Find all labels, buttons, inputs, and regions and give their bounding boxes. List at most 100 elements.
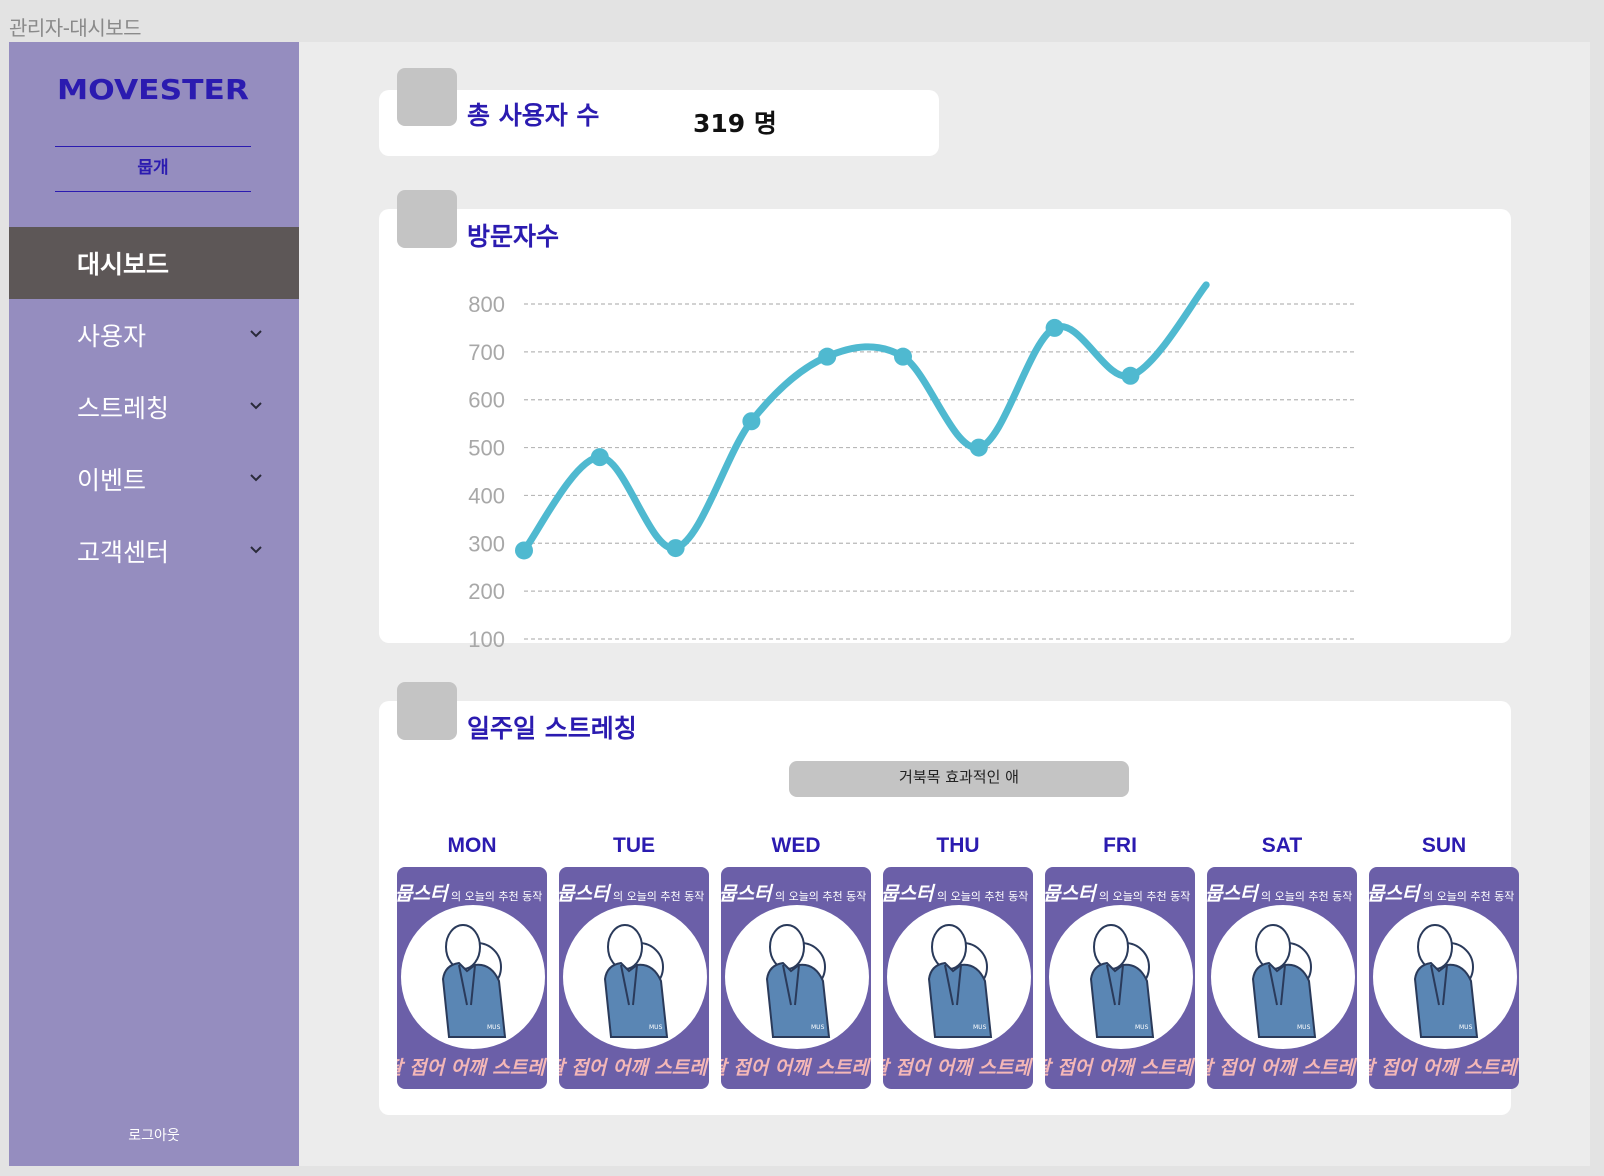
total-users-value: 319 명 <box>693 109 777 138</box>
data-point[interactable] <box>1045 318 1064 337</box>
sidebar-item-events[interactable]: 이벤트 <box>9 443 299 515</box>
visitors-card: 방문자수 100 200 300 400 500 600 700 800 <box>379 209 1511 649</box>
chevron-down-icon[interactable] <box>249 399 263 413</box>
svg-text:MUS: MUS <box>487 1024 501 1031</box>
stretch-illustration: MUS <box>1049 905 1193 1049</box>
chevron-down-icon[interactable] <box>249 471 263 485</box>
thumbnail-caption: 팔 접어 어깨 스트레칭 <box>721 1057 871 1079</box>
data-point[interactable] <box>894 347 912 366</box>
thumbnail-brand: 뭅스터 <box>397 883 448 905</box>
sidebar-item-stretching[interactable]: 스트레칭 <box>9 371 299 443</box>
sidebar-item-label: 대시보드 <box>77 250 170 279</box>
user-name[interactable]: 뭅개 <box>55 146 251 192</box>
stretch-illustration: MUS <box>1211 905 1355 1049</box>
thumbnail-header: 뭅스터 의 오늘의 추천 동작 <box>1207 879 1352 906</box>
thumbnail-subtitle: 의 오늘의 추천 동작 <box>774 890 867 903</box>
total-users-title: 총 사용자 수 <box>467 101 600 130</box>
thumbnail-subtitle: 의 오늘의 추천 동작 <box>1260 890 1353 903</box>
svg-text:MUS: MUS <box>1297 1024 1311 1031</box>
weekday-label: MON <box>447 834 497 857</box>
weekday-item: THU 뭅스터 의 오늘의 추천 동작 MUS 팔 접어 어깨 스트레칭 <box>883 831 1033 1089</box>
chevron-down-icon[interactable] <box>249 543 263 557</box>
weekday-list: MON 뭅스터 의 오늘의 추천 동작 MUS 팔 접어 어깨 스트레칭 TUE 뭅스터 … <box>397 831 1523 1089</box>
stretch-thumbnail[interactable]: 뭅스터 의 오늘의 추천 동작 MUS 팔 접어 어깨 스트레칭 <box>397 867 547 1089</box>
thumbnail-header: 뭅스터 의 오늘의 추천 동작 <box>397 879 542 906</box>
thumbnail-caption: 팔 접어 어깨 스트레칭 <box>883 1057 1033 1079</box>
weekday-item: TUE 뭅스터 의 오늘의 추천 동작 MUS 팔 접어 어깨 스트레칭 <box>559 831 709 1089</box>
weekday-label: SUN <box>1421 834 1467 857</box>
thumbnail-caption: 팔 접어 어깨 스트레칭 <box>1045 1057 1195 1079</box>
y-tick-label: 600 <box>468 388 505 413</box>
stretch-thumbnail[interactable]: 뭅스터 의 오늘의 추천 동작 MUS 팔 접어 어깨 스트레칭 <box>883 867 1033 1089</box>
stretch-thumbnail[interactable]: 뭅스터 의 오늘의 추천 동작 MUS 팔 접어 어깨 스트레칭 <box>1045 867 1195 1089</box>
visitors-line-chart: 100 200 300 400 500 600 700 800 <box>468 281 1354 649</box>
data-point[interactable] <box>590 448 609 467</box>
y-tick-label: 800 <box>468 292 505 317</box>
stretch-thumbnail[interactable]: 뭅스터 의 오늘의 추천 동작 MUS 팔 접어 어깨 스트레칭 <box>1369 867 1519 1089</box>
stretch-topic-button[interactable]: 거북목 효과적인 애 <box>789 761 1129 797</box>
y-tick-label: 700 <box>468 340 505 365</box>
data-point[interactable] <box>1121 366 1140 385</box>
weekday-item: FRI 뭅스터 의 오늘의 추천 동작 MUS 팔 접어 어깨 스트레칭 <box>1045 831 1195 1089</box>
stretch-illustration: MUS <box>563 905 707 1049</box>
thumbnail-brand: 뭅스터 <box>1207 883 1258 905</box>
weekly-stretching-title: 일주일 스트레칭 <box>467 714 637 743</box>
data-point[interactable] <box>666 539 685 558</box>
logo-text: MOVESTER <box>57 73 249 106</box>
sidebar-nav: 대시보드 사용자 스트레칭 이벤트 고객센터 <box>9 227 299 587</box>
logo[interactable]: MOVESTER <box>53 68 253 108</box>
thumbnail-caption: 팔 접어 어깨 스트레칭 <box>397 1057 547 1079</box>
weekly-stretching-card: 일주일 스트레칭 거북목 효과적인 애 MON 뭅스터 의 오늘의 추천 동작 MU… <box>379 701 1519 1115</box>
y-tick-label: 200 <box>468 579 505 604</box>
weekday-item: SUN 뭅스터 의 오늘의 추천 동작 MUS 팔 접어 어깨 스트레칭 <box>1369 831 1519 1089</box>
total-users-card: 총 사용자 수 319 명 <box>379 90 939 156</box>
sidebar-item-users[interactable]: 사용자 <box>9 299 299 371</box>
y-tick-label: 400 <box>468 483 505 508</box>
thumbnail-subtitle: 의 오늘의 추천 동작 <box>1098 890 1191 903</box>
y-tick-label: 500 <box>468 436 505 461</box>
data-point[interactable] <box>969 438 988 457</box>
thumbnail-subtitle: 의 오늘의 추천 동작 <box>936 890 1029 903</box>
card-badge <box>397 190 457 248</box>
app-frame: MOVESTER 뭅개 대시보드 사용자 스트레칭 이벤트 고객센터 로그아웃 … <box>9 42 1590 1166</box>
thumbnail-brand: 뭅스터 <box>883 883 934 905</box>
chevron-down-icon[interactable] <box>249 327 263 341</box>
y-tick-label: 300 <box>468 531 505 556</box>
data-point[interactable] <box>515 541 533 560</box>
thumbnail-brand: 뭅스터 <box>1045 883 1096 905</box>
weekday-item: WED 뭅스터 의 오늘의 추천 동작 MUS 팔 접어 어깨 스트레칭 <box>721 831 871 1089</box>
thumbnail-caption: 팔 접어 어깨 스트레칭 <box>559 1057 709 1079</box>
data-point[interactable] <box>818 347 837 366</box>
stretch-thumbnail[interactable]: 뭅스터 의 오늘의 추천 동작 MUS 팔 접어 어깨 스트레칭 <box>559 867 709 1089</box>
thumbnail-subtitle: 의 오늘의 추천 동작 <box>1422 890 1515 903</box>
window-title: 관리자-대시보드 <box>9 16 142 40</box>
stretch-illustration: MUS <box>1373 905 1517 1049</box>
sidebar-item-label: 스트레칭 <box>77 394 170 423</box>
sidebar-item-dashboard[interactable]: 대시보드 <box>9 227 299 299</box>
card-badge <box>397 682 457 740</box>
weekday-label: TUE <box>613 834 655 857</box>
stretch-illustration: MUS <box>401 905 545 1049</box>
weekday-item: SAT 뭅스터 의 오늘의 추천 동작 MUS 팔 접어 어깨 스트레칭 <box>1207 831 1357 1089</box>
weekday-label: FRI <box>1103 834 1137 857</box>
data-point[interactable] <box>742 412 761 431</box>
thumbnail-brand: 뭅스터 <box>559 883 610 905</box>
sidebar-item-label: 이벤트 <box>77 466 147 495</box>
visitors-title: 방문자수 <box>467 222 560 251</box>
logout-button[interactable]: 로그아웃 <box>9 1125 299 1145</box>
thumbnail-header: 뭅스터 의 오늘의 추천 동작 <box>721 879 866 906</box>
weekday-label: THU <box>936 834 980 857</box>
series-line <box>520 281 1210 554</box>
weekday-label: WED <box>771 834 821 857</box>
stretch-illustration: MUS <box>887 905 1031 1049</box>
svg-text:MUS: MUS <box>1459 1024 1473 1031</box>
stretch-thumbnail[interactable]: 뭅스터 의 오늘의 추천 동작 MUS 팔 접어 어깨 스트레칭 <box>1207 867 1357 1089</box>
sidebar-item-label: 사용자 <box>77 322 147 351</box>
sidebar-item-support[interactable]: 고객센터 <box>9 515 299 587</box>
stretch-thumbnail[interactable]: 뭅스터 의 오늘의 추천 동작 MUS 팔 접어 어깨 스트레칭 <box>721 867 871 1089</box>
weekday-item: MON 뭅스터 의 오늘의 추천 동작 MUS 팔 접어 어깨 스트레칭 <box>397 831 547 1089</box>
svg-text:MUS: MUS <box>1135 1024 1149 1031</box>
card-badge <box>397 68 457 126</box>
thumbnail-header: 뭅스터 의 오늘의 추천 동작 <box>559 879 704 906</box>
sidebar-item-label: 고객센터 <box>77 538 170 567</box>
